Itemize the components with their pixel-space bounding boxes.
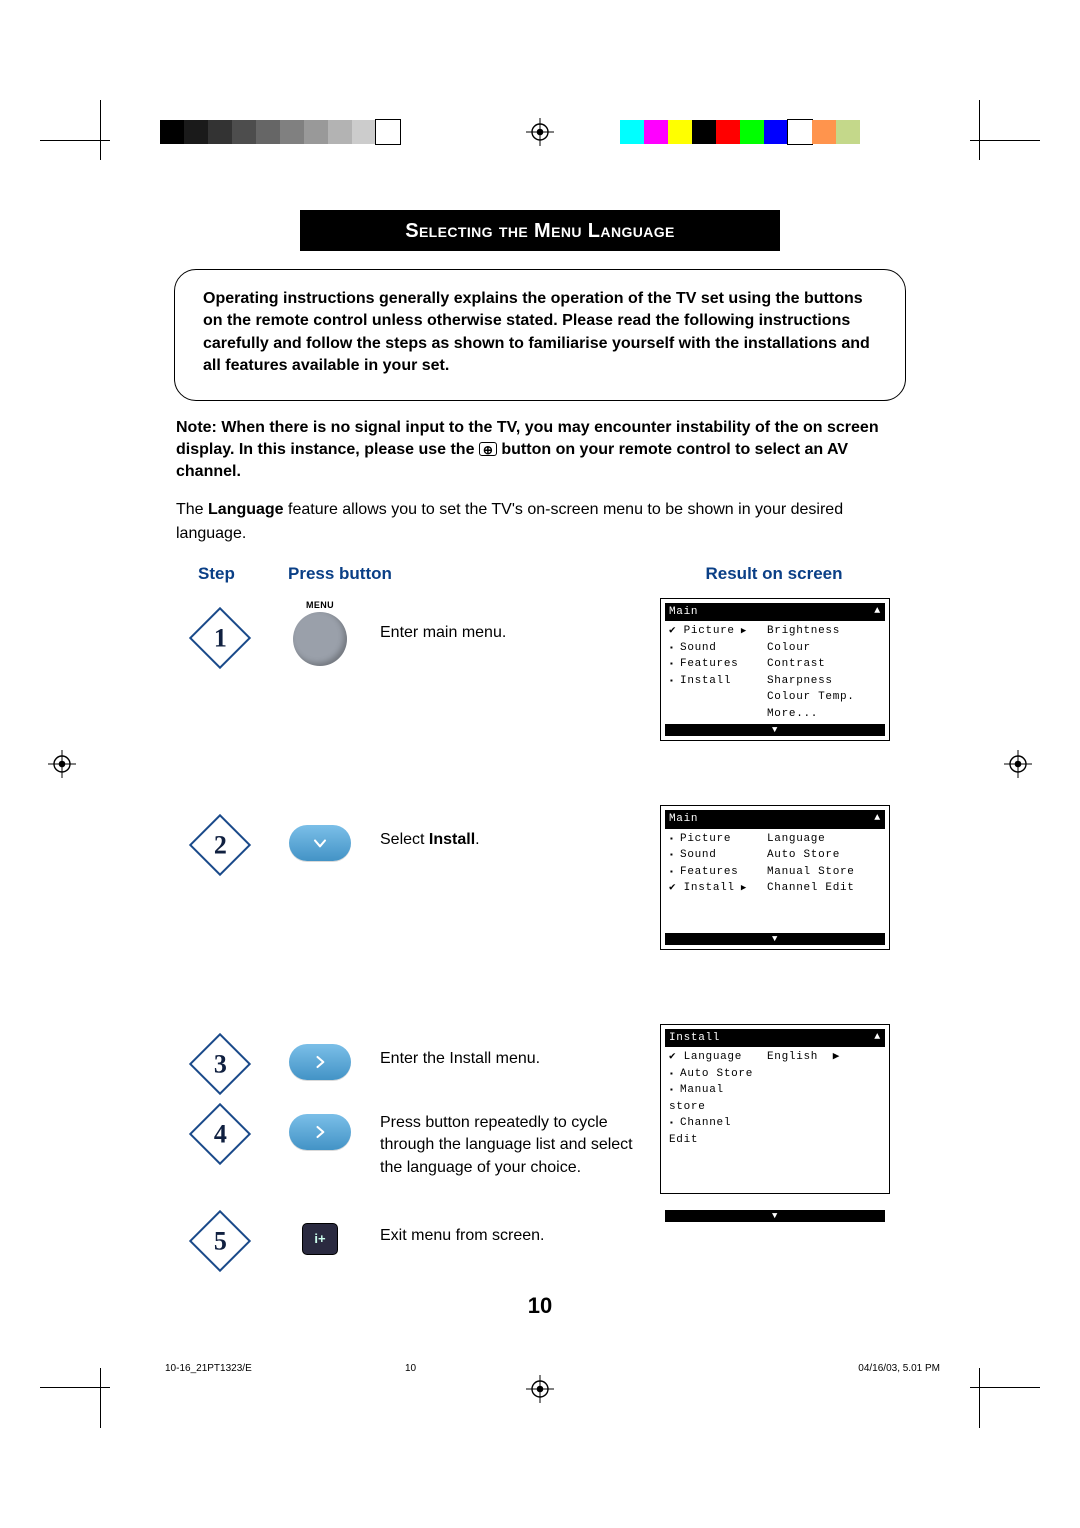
steps-table: 1 MENU Enter main menu. Main▲PictureSoun… (170, 594, 910, 1263)
col-step: Step (198, 564, 288, 584)
intro-box: Operating instructions generally explain… (174, 269, 906, 401)
step-number-2: 2 (189, 814, 251, 876)
registration-mark-top (526, 118, 554, 151)
tv-screen-main-install: Main▲PictureSoundFeaturesInstallLanguage… (660, 805, 890, 950)
step-number-5: 5 (189, 1210, 251, 1272)
footer-timestamp: 04/16/03, 5.01 PM (605, 1363, 940, 1374)
step-4-desc: Press button repeatedly to cycle through… (380, 1090, 660, 1179)
feature-paragraph: The Language feature allows you to set t… (176, 498, 904, 546)
section-title: Selecting the Menu Language (300, 210, 780, 251)
tv-screen-main-picture: Main▲PictureSoundFeaturesInstallBrightne… (660, 598, 890, 742)
col-result: Result on screen (644, 564, 904, 584)
menu-button-icon (293, 612, 347, 666)
step-number-1: 1 (189, 607, 251, 669)
step-5-desc: Exit menu from screen. (380, 1197, 660, 1247)
down-button-icon (289, 825, 351, 861)
page-number: 10 (170, 1293, 910, 1319)
right-button-icon (289, 1044, 351, 1080)
grayscale-calibration-bar (160, 120, 400, 144)
col-press: Press button (288, 564, 478, 584)
step-row-2: 2 Select Install. Main▲PictureSoundFeatu… (180, 801, 910, 950)
color-calibration-bar (620, 120, 860, 144)
step-2-desc: Select Install. (380, 801, 660, 851)
step-1-desc: Enter main menu. (380, 594, 660, 644)
registration-mark-bottom (526, 1375, 554, 1408)
av-input-icon: ⊕ (479, 442, 497, 456)
step-number-4: 4 (189, 1103, 251, 1165)
note-paragraph: Note: When there is no signal input to t… (176, 417, 904, 484)
step-number-3: 3 (189, 1033, 251, 1095)
print-footer: 10-16_21PT1323/E 10 04/16/03, 5.01 PM (165, 1363, 940, 1374)
registration-mark-left (48, 750, 76, 783)
registration-mark-right (1004, 750, 1032, 783)
right-button-icon-2 (289, 1114, 351, 1150)
tv-screen-install-language: Install▲LanguageAuto StoreManual storeCh… (660, 1024, 890, 1194)
para-keyword: Language (208, 501, 284, 518)
menu-button-label: MENU (306, 600, 334, 610)
table-header: Step Press button Result on screen (170, 564, 910, 594)
footer-page: 10 (405, 1363, 605, 1374)
para-a: The (176, 501, 208, 518)
exit-button-icon: i+ (302, 1223, 338, 1255)
step-3-desc: Enter the Install menu. (380, 1020, 660, 1070)
page-content: Selecting the Menu Language Operating in… (170, 210, 910, 1319)
step-row-1: 1 MENU Enter main menu. Main▲PictureSoun… (180, 594, 910, 742)
footer-filename: 10-16_21PT1323/E (165, 1363, 405, 1374)
